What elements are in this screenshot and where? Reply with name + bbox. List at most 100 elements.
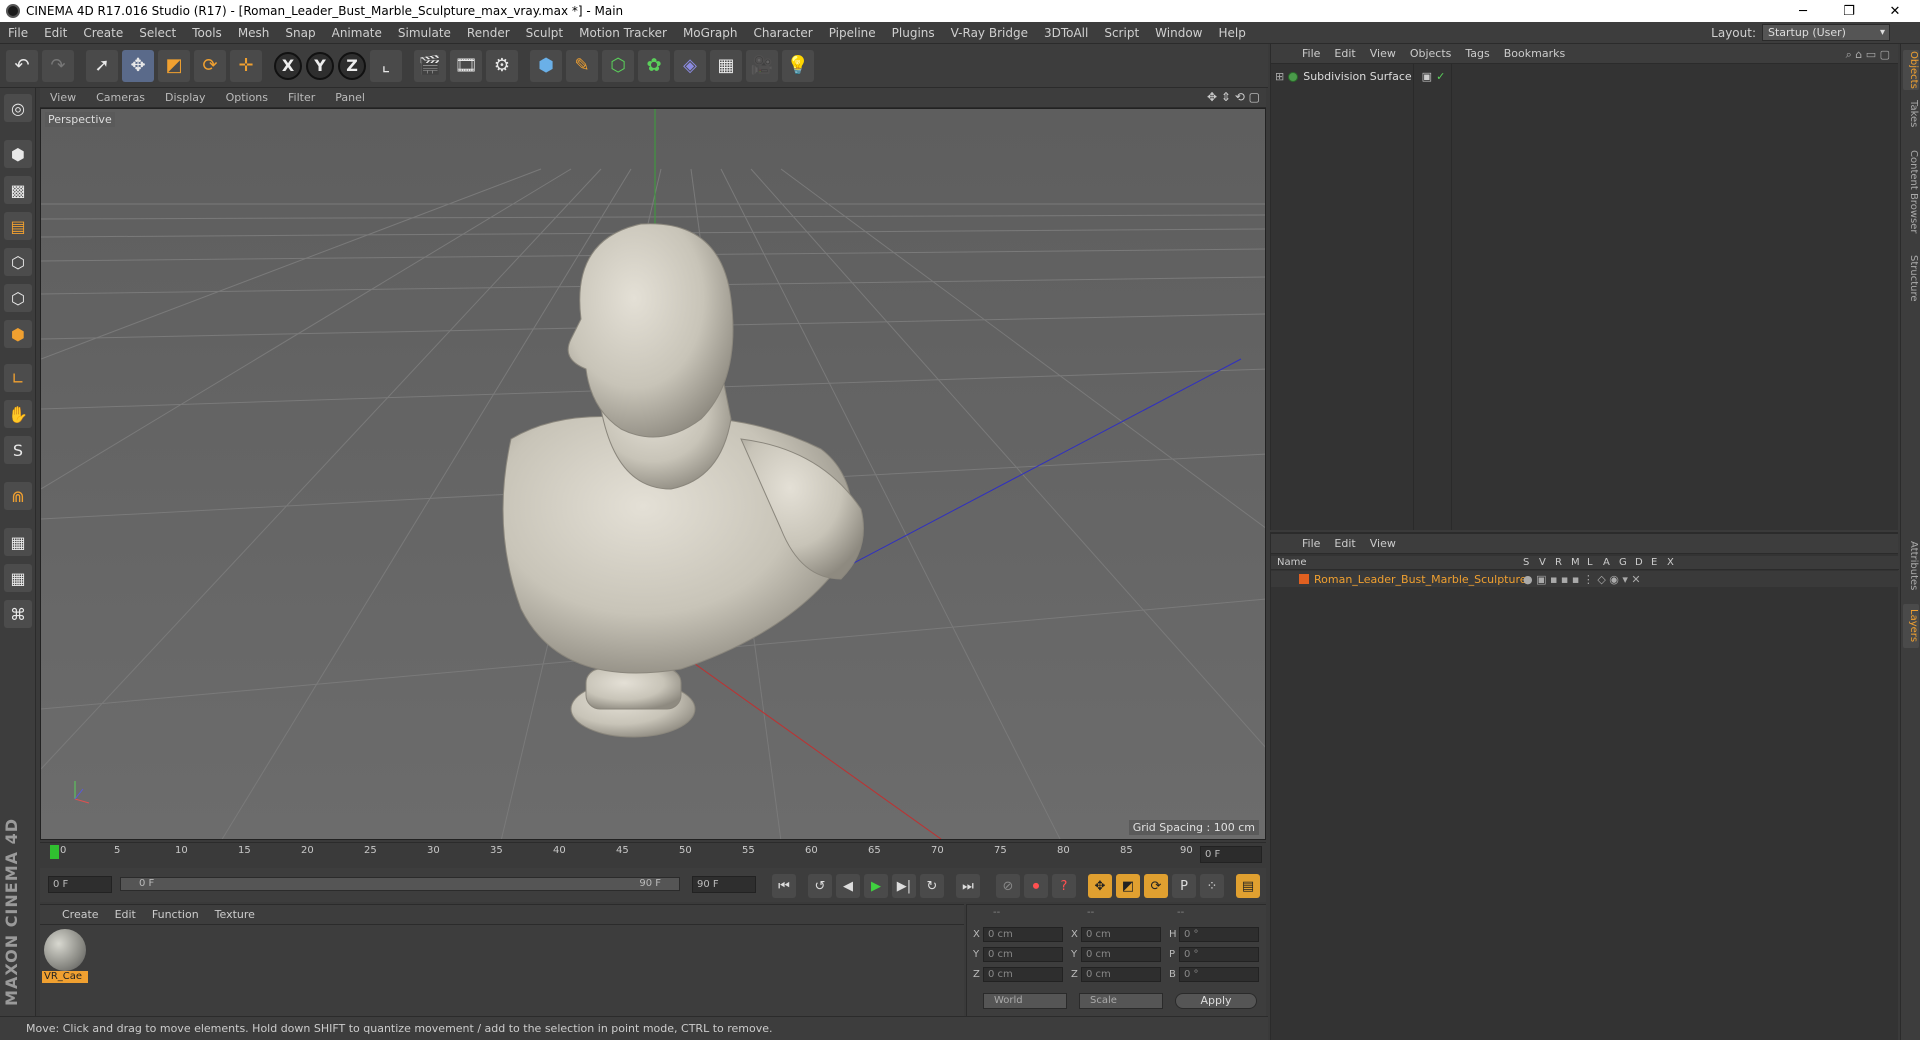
points-mode-icon[interactable]: ⬡	[4, 248, 32, 276]
snap-icon[interactable]: S	[4, 436, 32, 464]
mat-menu-function[interactable]: Function	[144, 908, 207, 921]
tab-takes[interactable]: Takes	[1903, 96, 1919, 132]
col-manager[interactable]: M	[1571, 557, 1580, 568]
restore-button[interactable]: ❐	[1826, 0, 1872, 22]
menu-motion-tracker[interactable]: Motion Tracker	[571, 26, 675, 40]
vp-menu-cameras[interactable]: Cameras	[86, 91, 155, 104]
menu-3dtoall[interactable]: 3DToAll	[1036, 26, 1096, 40]
select-tool-icon[interactable]: ➚	[86, 49, 118, 82]
goto-prev-key-icon[interactable]: ↺	[808, 874, 832, 898]
keyframe-icon[interactable]: ⊘	[996, 874, 1020, 898]
render-picture-viewer-icon[interactable]: 🎞	[450, 49, 482, 82]
key-param-icon[interactable]: P	[1172, 874, 1196, 898]
menu-file[interactable]: File	[0, 26, 36, 40]
menu-render[interactable]: Render	[459, 26, 518, 40]
col-expressions[interactable]: E	[1651, 557, 1657, 568]
tab-structure[interactable]: Structure	[1903, 250, 1919, 306]
next-frame-icon[interactable]: ▶|	[892, 874, 916, 898]
close-button[interactable]: ✕	[1872, 0, 1918, 22]
tab-content-browser[interactable]: Content Browser	[1903, 144, 1919, 240]
key-rotation-icon[interactable]: ⟳	[1144, 874, 1168, 898]
rotation-h-field[interactable]: 0 °	[1179, 927, 1259, 942]
python-icon[interactable]: ⌘	[4, 600, 32, 628]
undo-icon[interactable]: ↶	[6, 49, 38, 82]
make-editable-icon[interactable]: ◎	[4, 94, 32, 122]
obj-menu-tags[interactable]: Tags	[1458, 47, 1496, 60]
menu-script[interactable]: Script	[1096, 26, 1147, 40]
cube-icon[interactable]: ⬢	[530, 49, 562, 82]
coordinate-mode-dropdown[interactable]: World	[983, 993, 1067, 1009]
col-generators[interactable]: G	[1619, 557, 1627, 568]
tab-objects[interactable]: Objects	[1903, 50, 1919, 90]
rotation-p-field[interactable]: 0 °	[1179, 947, 1259, 962]
col-animation[interactable]: A	[1603, 557, 1610, 568]
key-position-icon[interactable]: ✥	[1088, 874, 1112, 898]
rotate-tool-icon[interactable]: ⟳	[194, 49, 226, 82]
object-enabled-check-icon[interactable]: ✓	[1436, 70, 1445, 83]
obj-menu-view[interactable]: View	[1363, 47, 1403, 60]
deformer-icon[interactable]: ◈	[674, 49, 706, 82]
vp-menu-filter[interactable]: Filter	[278, 91, 325, 104]
tab-layers[interactable]: Layers	[1903, 604, 1919, 648]
col-locked[interactable]: L	[1587, 557, 1593, 568]
col-deformers[interactable]: D	[1635, 557, 1643, 568]
layout-dropdown[interactable]: Startup (User)	[1762, 24, 1890, 41]
x-axis-icon[interactable]: X	[274, 51, 302, 80]
obj-menu-edit[interactable]: Edit	[1327, 47, 1362, 60]
coordinate-system-icon[interactable]: ⌞	[370, 49, 402, 82]
material-preview[interactable]	[44, 929, 86, 971]
position-x-field[interactable]: 0 cm	[983, 927, 1063, 942]
menu-window[interactable]: Window	[1147, 26, 1210, 40]
menu-pipeline[interactable]: Pipeline	[821, 26, 884, 40]
size-y-field[interactable]: 0 cm	[1081, 947, 1161, 962]
minimize-button[interactable]: ─	[1780, 0, 1826, 22]
menu-plugins[interactable]: Plugins	[884, 26, 943, 40]
render-view-icon[interactable]: 🎬	[414, 49, 446, 82]
render-settings-icon[interactable]: ⚙	[486, 49, 518, 82]
menu-select[interactable]: Select	[131, 26, 184, 40]
layer-name[interactable]: Roman_Leader_Bust_Marble_Sculpture	[1314, 573, 1527, 586]
obj-menu-objects[interactable]: Objects	[1403, 47, 1459, 60]
layer-toggle-icons[interactable]: ● ▣ ▪ ▪ ▪ ⋮ ◇ ◉ ▾ ✕	[1523, 573, 1641, 586]
polygons-mode-icon[interactable]: ⬢	[4, 320, 32, 348]
expand-icon[interactable]: ⊞	[1275, 70, 1284, 83]
menu-tools[interactable]: Tools	[184, 26, 230, 40]
key-point-icon[interactable]: ⁘	[1200, 874, 1224, 898]
col-name[interactable]: Name	[1277, 557, 1307, 568]
search-icon[interactable]: ⌕ ⌂ ▭ ▢	[1846, 48, 1890, 62]
frame-range-slider[interactable]: 0 F 90 F	[120, 877, 680, 891]
rotation-b-field[interactable]: 0 °	[1179, 967, 1259, 982]
floor-icon[interactable]: ▦	[710, 49, 742, 82]
menu-help[interactable]: Help	[1210, 26, 1253, 40]
menu-create[interactable]: Create	[75, 26, 131, 40]
perspective-viewport[interactable]: Perspective Grid Spacing : 100 cm	[40, 108, 1266, 840]
layer-color-swatch[interactable]	[1299, 574, 1309, 584]
menu-sculpt[interactable]: Sculpt	[518, 26, 571, 40]
goto-end-icon[interactable]: ⏭	[956, 874, 980, 898]
col-solo[interactable]: S	[1523, 557, 1529, 568]
menu-character[interactable]: Character	[745, 26, 820, 40]
menu-edit[interactable]: Edit	[36, 26, 75, 40]
key-scale-icon[interactable]: ◩	[1116, 874, 1140, 898]
position-y-field[interactable]: 0 cm	[983, 947, 1063, 962]
goto-next-key-icon[interactable]: ↻	[920, 874, 944, 898]
layer-row[interactable]: Roman_Leader_Bust_Marble_Sculpture ● ▣ ▪…	[1271, 571, 1899, 587]
prev-frame-icon[interactable]: ◀	[836, 874, 860, 898]
vp-menu-panel[interactable]: Panel	[325, 91, 375, 104]
tab-attributes[interactable]: Attributes	[1903, 534, 1919, 598]
mograph-icon[interactable]: ✿	[638, 49, 670, 82]
texture-mode-icon[interactable]: ▩	[4, 176, 32, 204]
move-recent-icon[interactable]: ✛	[230, 49, 262, 82]
light-icon[interactable]: 💡	[782, 49, 814, 82]
vp-menu-view[interactable]: View	[40, 91, 86, 104]
play-icon[interactable]: ▶	[864, 874, 888, 898]
timeline-window-icon[interactable]: ▤	[1236, 874, 1260, 898]
planar-workplane-icon[interactable]: ▦	[4, 564, 32, 592]
col-render[interactable]: R	[1555, 557, 1562, 568]
obj-menu-bookmarks[interactable]: Bookmarks	[1497, 47, 1572, 60]
workplane-icon[interactable]: ▤	[4, 212, 32, 240]
auto-key-icon[interactable]: ?	[1052, 874, 1076, 898]
layer-menu-edit[interactable]: Edit	[1327, 537, 1362, 550]
model-mode-icon[interactable]: ⬢	[4, 140, 32, 168]
obj-menu-file[interactable]: File	[1295, 47, 1327, 60]
